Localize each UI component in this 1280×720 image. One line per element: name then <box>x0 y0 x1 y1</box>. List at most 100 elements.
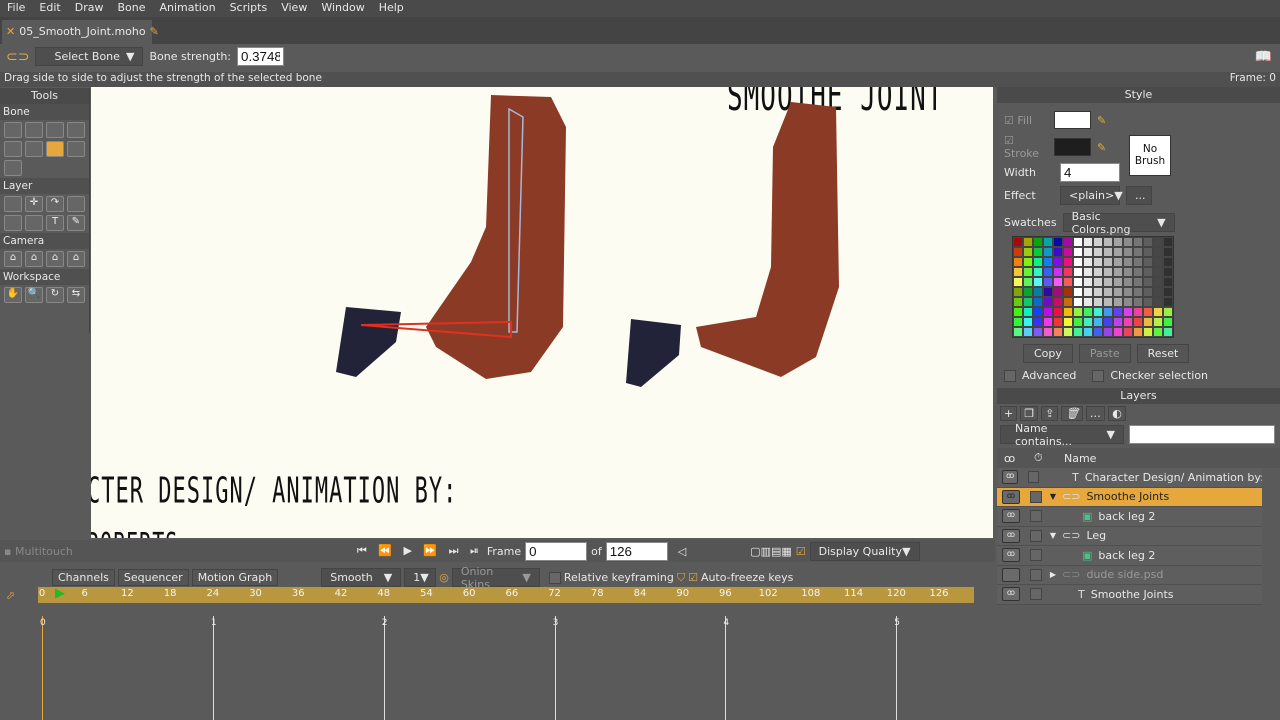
swatch[interactable] <box>1163 237 1173 247</box>
swatch[interactable] <box>1113 247 1123 257</box>
swatch[interactable] <box>1143 287 1153 297</box>
swatch[interactable] <box>1063 317 1073 327</box>
swatch[interactable] <box>1133 257 1143 267</box>
swatch[interactable] <box>1093 247 1103 257</box>
swatch[interactable] <box>1033 297 1043 307</box>
swatch[interactable] <box>1153 277 1163 287</box>
more-icon[interactable]: … <box>1086 406 1106 421</box>
import-layer-icon[interactable]: ⇪ <box>1041 406 1059 421</box>
visibility-icon[interactable]: ꝏ <box>1002 587 1020 602</box>
swatch[interactable] <box>1073 287 1083 297</box>
swatch[interactable] <box>1123 287 1133 297</box>
swatch[interactable] <box>1083 307 1093 317</box>
swatch[interactable] <box>1143 297 1153 307</box>
expand-arrow-icon[interactable]: ▶ <box>1042 570 1056 579</box>
swatch[interactable] <box>1153 257 1163 267</box>
swatch[interactable] <box>1063 237 1073 247</box>
swatch[interactable] <box>1033 307 1043 317</box>
checker-checkbox[interactable] <box>1092 369 1105 382</box>
onion-skins-dropdown[interactable]: Onion Skins ▼ <box>451 565 540 591</box>
onion-skin-icon[interactable]: ◎ <box>439 571 449 584</box>
tab-motion-graph[interactable]: Motion Graph <box>191 569 279 586</box>
swatch[interactable] <box>1063 277 1073 287</box>
swatch[interactable] <box>1053 327 1063 337</box>
swatch[interactable] <box>1103 317 1113 327</box>
layer-checkbox[interactable] <box>1030 510 1042 523</box>
layer-checkbox[interactable] <box>1028 471 1040 484</box>
swatch[interactable] <box>1123 247 1133 257</box>
swatch[interactable] <box>1153 307 1163 317</box>
swatch[interactable] <box>1033 287 1043 297</box>
swatch[interactable] <box>1163 277 1173 287</box>
swatch[interactable] <box>1163 267 1173 277</box>
swatches-dropdown[interactable]: Basic Colors.png ▼ <box>1062 210 1175 236</box>
swatch[interactable] <box>1103 307 1113 317</box>
swatch[interactable] <box>1023 317 1033 327</box>
auto-freeze-checkbox[interactable]: ☑ <box>688 571 698 584</box>
bone-tools[interactable] <box>0 120 89 178</box>
swatch[interactable] <box>1163 327 1173 337</box>
total-frames-input[interactable] <box>605 541 668 561</box>
swatch[interactable] <box>1063 297 1073 307</box>
duplicate-layer-icon[interactable]: ❐ <box>1020 406 1039 421</box>
swatch[interactable] <box>1053 277 1063 287</box>
menu-window[interactable]: Window <box>314 0 371 17</box>
swatch[interactable] <box>1123 257 1133 267</box>
tool-dropdown[interactable]: Select Bone ▼ <box>35 47 144 66</box>
swatch[interactable] <box>1133 237 1143 247</box>
swatch[interactable] <box>1013 267 1023 277</box>
swatch[interactable] <box>1083 267 1093 277</box>
swatch[interactable] <box>1143 317 1153 327</box>
swatch[interactable] <box>1013 287 1023 297</box>
swatch[interactable] <box>1013 257 1023 267</box>
swatch[interactable] <box>1023 247 1033 257</box>
fill-checkbox[interactable]: ☑ Fill <box>1004 114 1048 127</box>
swatch[interactable] <box>1083 297 1093 307</box>
swatch[interactable] <box>1043 277 1053 287</box>
swatch[interactable] <box>1083 247 1093 257</box>
swatch[interactable] <box>1053 247 1063 257</box>
effect-dropdown[interactable]: <plain> ▼ <box>1060 186 1123 205</box>
swatch[interactable] <box>1143 327 1153 337</box>
swatch[interactable] <box>1013 307 1023 317</box>
swatch[interactable] <box>1033 327 1043 337</box>
camera-tools[interactable]: ⌂ ⌂ ⌂ ⌂ <box>0 249 89 269</box>
swatch[interactable] <box>1123 267 1133 277</box>
visibility-icon[interactable]: ꝏ <box>1002 470 1019 485</box>
swatch[interactable] <box>1103 267 1113 277</box>
swatch[interactable] <box>1153 247 1163 257</box>
swatch[interactable] <box>1143 277 1153 287</box>
stroke-checkbox[interactable]: ☑ Stroke <box>1004 134 1048 160</box>
swatch[interactable] <box>1043 327 1053 337</box>
swatch-grid[interactable] <box>1012 236 1174 338</box>
swatch[interactable] <box>1023 297 1033 307</box>
swatch[interactable] <box>1123 317 1133 327</box>
swatch[interactable] <box>1133 307 1143 317</box>
menu-animation[interactable]: Animation <box>152 0 222 17</box>
swatch[interactable] <box>1153 287 1163 297</box>
swatch[interactable] <box>1093 237 1103 247</box>
swatch[interactable] <box>1143 257 1153 267</box>
swatch[interactable] <box>1113 267 1123 277</box>
swatch[interactable] <box>1163 287 1173 297</box>
relative-keyframing-checkbox[interactable] <box>548 571 561 584</box>
menu-draw[interactable]: Draw <box>68 0 111 17</box>
layer-checkbox[interactable] <box>1030 490 1042 503</box>
swatch[interactable] <box>1093 257 1103 267</box>
layer-row[interactable]: ꝏ ▣ back leg 2 <box>997 546 1262 566</box>
swatch[interactable] <box>1083 287 1093 297</box>
swatch[interactable] <box>1033 247 1043 257</box>
swatch[interactable] <box>1023 307 1033 317</box>
swatch[interactable] <box>1113 327 1123 337</box>
swatch[interactable] <box>1093 307 1103 317</box>
expand-arrow-icon[interactable]: ▼ <box>1042 531 1056 540</box>
visibility-icon[interactable]: ꝏ <box>1002 548 1020 563</box>
eyedropper-icon[interactable]: ✎ <box>1097 141 1106 154</box>
swatch[interactable] <box>1073 317 1083 327</box>
swatch[interactable] <box>1063 247 1073 257</box>
swatch[interactable] <box>1033 237 1043 247</box>
swatch[interactable] <box>1113 307 1123 317</box>
swatch[interactable] <box>1163 297 1173 307</box>
layer-filter-input[interactable] <box>1129 425 1275 444</box>
layer-filter-dropdown[interactable]: Name contains... ▼ <box>1000 422 1124 448</box>
